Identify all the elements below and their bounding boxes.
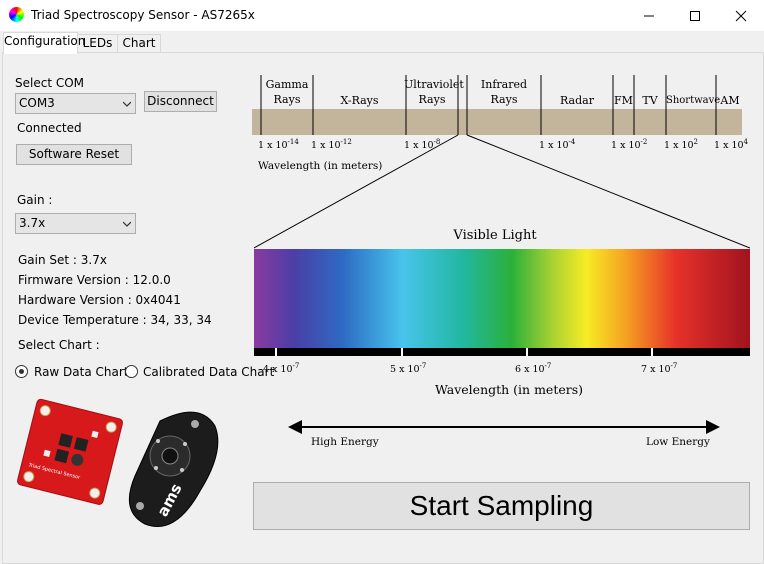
software-reset-button[interactable]: Software Reset bbox=[16, 144, 132, 165]
tick-label: 1 x 104 bbox=[714, 138, 748, 152]
hardware-version-text: Hardware Version : 0x4041 bbox=[18, 293, 181, 307]
start-sampling-button[interactable]: Start Sampling bbox=[253, 482, 750, 530]
gain-select[interactable]: 3.7x bbox=[15, 213, 136, 234]
app-color-wheel-icon bbox=[9, 7, 24, 22]
raw-data-chart-radio[interactable] bbox=[15, 365, 28, 378]
tick-label: 1 x 10-4 bbox=[539, 138, 576, 152]
minimize-icon bbox=[644, 15, 654, 16]
gain-set-text: Gain Set : 3.7x bbox=[18, 253, 107, 267]
minimize-button[interactable] bbox=[626, 0, 672, 31]
tick-label: 1 x 10-14 bbox=[258, 138, 299, 152]
com-select[interactable]: COM3 bbox=[15, 93, 136, 114]
tick-label: 1 x 10-12 bbox=[311, 138, 352, 152]
arrow-left-head bbox=[288, 420, 302, 434]
select-com-label: Select COM bbox=[15, 76, 85, 90]
band-ultraviolet: Ultraviolet Rays bbox=[404, 78, 464, 106]
wavelength-axis-label: Wavelength (in meters) bbox=[258, 160, 383, 172]
band-tv: TV bbox=[642, 94, 658, 107]
band-am: AM bbox=[720, 94, 740, 107]
tab-chart[interactable]: Chart bbox=[117, 34, 161, 53]
radio-selected-dot bbox=[19, 369, 24, 374]
com-select-value: COM3 bbox=[19, 96, 55, 110]
sensor-boards-image: Triad Spectral Sensor ams bbox=[17, 398, 219, 528]
black-ams-board: ams bbox=[128, 411, 219, 528]
window-title: Triad Spectroscopy Sensor - AS7265x bbox=[31, 8, 255, 22]
gain-label: Gain : bbox=[17, 193, 53, 207]
high-energy-label: High Energy bbox=[311, 436, 379, 448]
band-fm: FM bbox=[614, 94, 633, 107]
spectrum-band-bar bbox=[252, 109, 742, 135]
gain-select-value: 3.7x bbox=[19, 216, 46, 230]
visible-light-title: Visible Light bbox=[453, 228, 537, 243]
select-chart-label: Select Chart : bbox=[18, 338, 100, 352]
maximize-icon bbox=[690, 10, 700, 21]
visible-wavelength-label: Wavelength (in meters) bbox=[435, 382, 584, 397]
close-icon bbox=[735, 10, 747, 21]
red-sensor-board: Triad Spectral Sensor bbox=[17, 398, 123, 505]
band-xrays: X-Rays bbox=[340, 94, 379, 107]
visible-scale-bar bbox=[254, 348, 750, 356]
device-temperature-text: Device Temperature : 34, 33, 34 bbox=[18, 313, 212, 327]
tick-label: 1 x 10-8 bbox=[404, 138, 441, 152]
disconnect-button[interactable]: Disconnect bbox=[144, 91, 217, 112]
band-shortwave: Shortwave bbox=[666, 95, 721, 106]
visible-tick-label: 5 x 10-7 bbox=[390, 362, 427, 376]
maximize-button[interactable] bbox=[672, 0, 718, 31]
chevron-down-icon bbox=[123, 101, 131, 107]
raw-data-chart-label[interactable]: Raw Data Chart bbox=[34, 365, 129, 379]
title-bar: Triad Spectroscopy Sensor - AS7265x bbox=[0, 0, 764, 31]
band-infrared: Infrared Rays bbox=[480, 78, 528, 106]
visible-tick-label: 6 x 10-7 bbox=[515, 362, 552, 376]
tab-configuration[interactable]: Configuration bbox=[3, 32, 85, 54]
firmware-version-text: Firmware Version : 12.0.0 bbox=[18, 273, 171, 287]
connection-status: Connected bbox=[17, 121, 82, 135]
low-energy-label: Low Energy bbox=[646, 436, 710, 448]
band-radar: Radar bbox=[560, 94, 594, 107]
visible-tick-label: 4 x 10-7 bbox=[263, 362, 300, 376]
tick-label: 1 x 102 bbox=[664, 138, 698, 152]
tick-label: 1 x 10-2 bbox=[611, 138, 648, 152]
visible-light-gradient bbox=[254, 249, 750, 348]
visible-tick-label: 7 x 10-7 bbox=[641, 362, 678, 376]
calibrated-data-chart-radio[interactable] bbox=[125, 365, 138, 378]
band-gamma: Gamma Rays bbox=[265, 78, 309, 106]
chevron-down-icon bbox=[123, 221, 131, 227]
arrow-right-head bbox=[706, 420, 720, 434]
zoom-line-left bbox=[253, 134, 459, 249]
close-button[interactable] bbox=[718, 0, 764, 31]
